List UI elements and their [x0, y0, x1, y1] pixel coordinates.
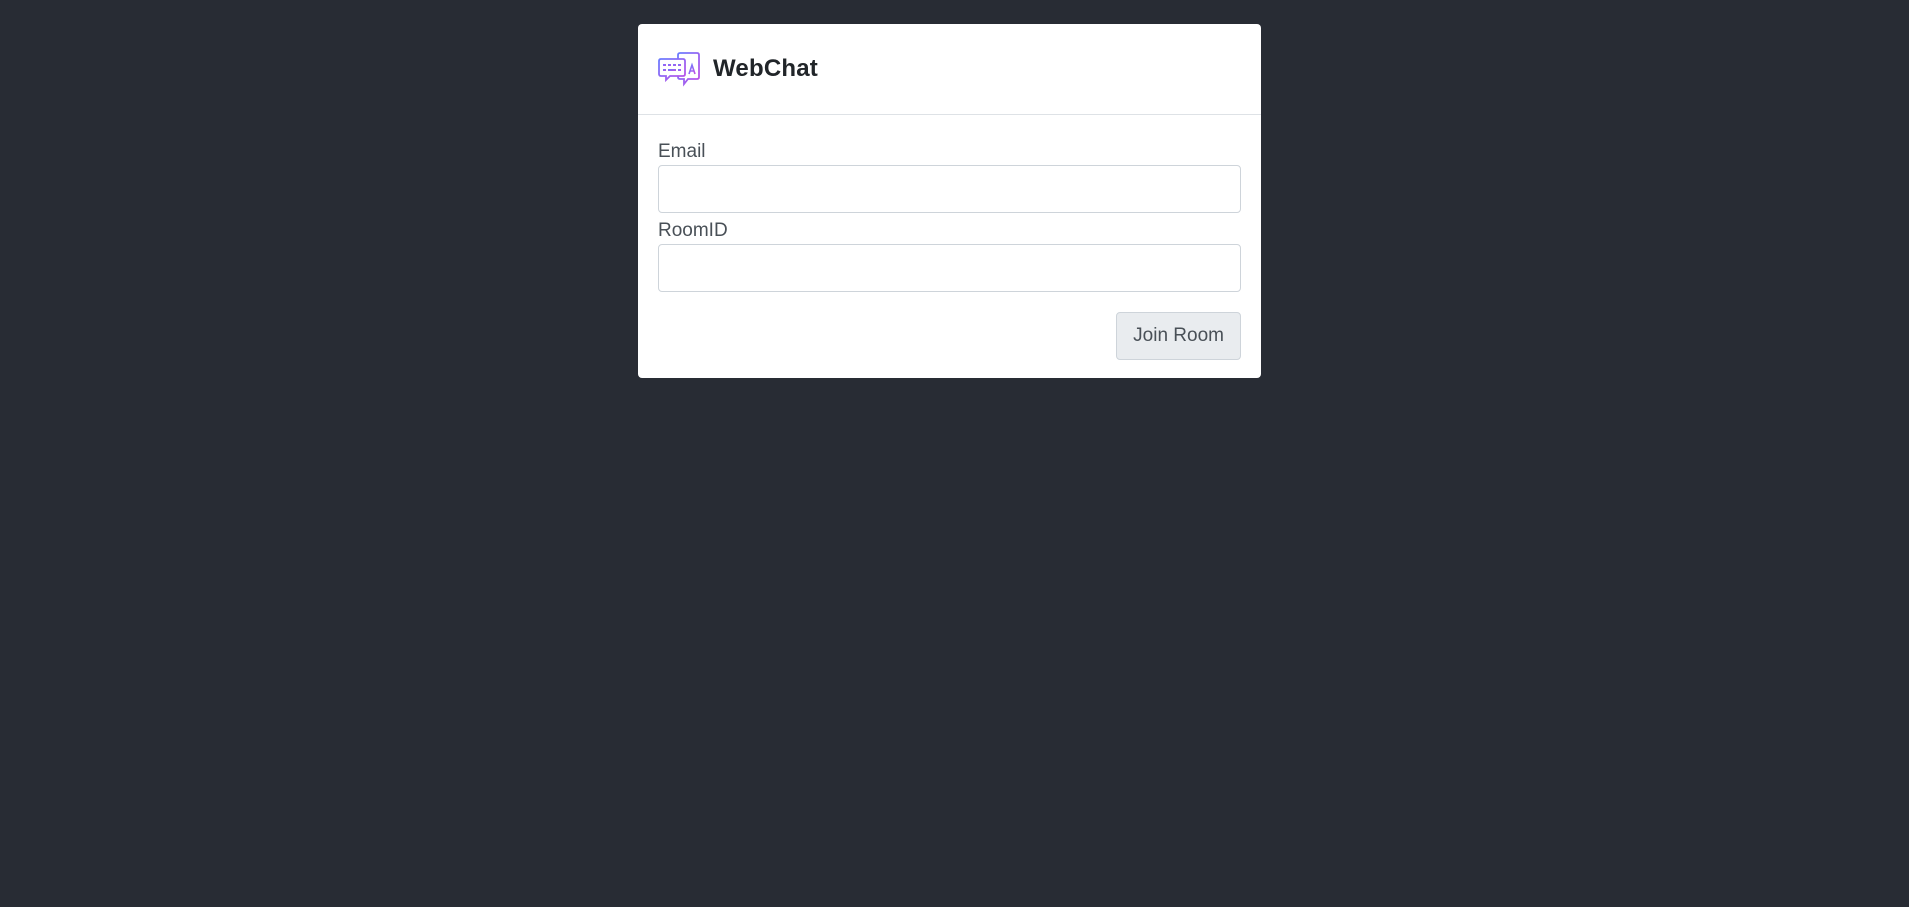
join-room-button[interactable]: Join Room: [1116, 312, 1241, 360]
email-field[interactable]: [658, 165, 1241, 213]
app-title: WebChat: [713, 55, 818, 82]
chat-bubbles-icon: [658, 50, 700, 90]
join-form: Email RoomID Join Room: [638, 141, 1261, 360]
join-card: WebChat Email RoomID Join Room: [638, 24, 1261, 378]
card-header: WebChat: [638, 24, 1261, 115]
room-id-label: RoomID: [658, 220, 728, 241]
email-label: Email: [658, 141, 706, 162]
form-actions: Join Room: [658, 312, 1241, 360]
room-id-field[interactable]: [658, 244, 1241, 292]
